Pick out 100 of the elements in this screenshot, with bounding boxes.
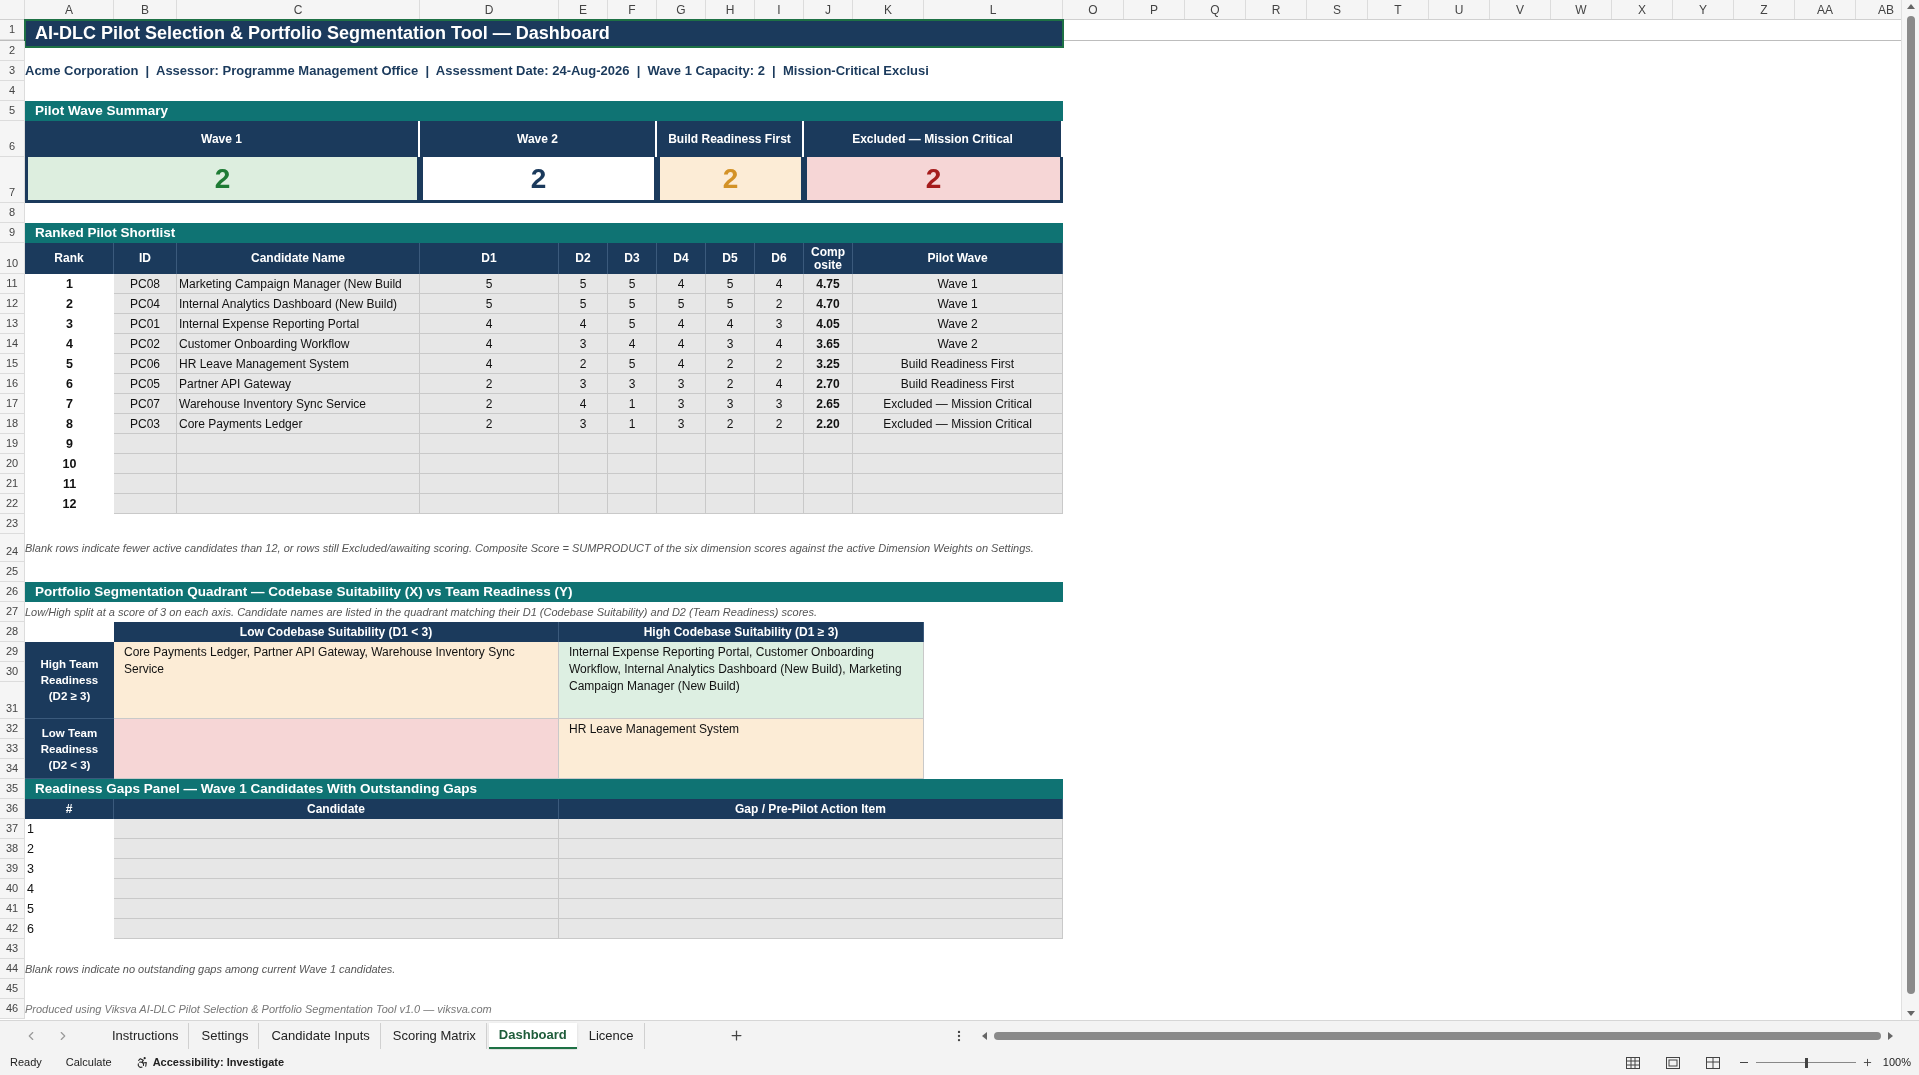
table-cell: 4 xyxy=(559,394,608,414)
column-header-letter[interactable]: U xyxy=(1429,0,1490,19)
row-header[interactable]: 20 xyxy=(0,454,25,474)
row-header[interactable]: 19 xyxy=(0,434,25,454)
note-text: Blank rows indicate no outstanding gaps among current Wave 1 candidates. xyxy=(25,961,397,977)
horizontal-scrollbar-thumb[interactable] xyxy=(993,1031,1881,1040)
row-header[interactable]: 30 xyxy=(0,662,25,682)
table-cell: 3 xyxy=(559,334,608,354)
column-header-letter[interactable]: P xyxy=(1124,0,1185,19)
column-header: High Codebase Suitability (D1 ≥ 3) xyxy=(559,622,924,642)
row-header[interactable]: 42 xyxy=(0,919,25,939)
row-header[interactable]: 26 xyxy=(0,582,25,602)
sheet-tab[interactable]: Scoring Matrix xyxy=(382,1022,487,1049)
row-header[interactable]: 5 xyxy=(0,101,25,121)
column-header-letter[interactable]: W xyxy=(1551,0,1612,19)
row-header[interactable]: 35 xyxy=(0,779,25,799)
sheet-title: AI-DLC Pilot Selection & Portfolio Segmentation Tool — Dashboard xyxy=(25,20,1063,47)
row-header[interactable]: 17 xyxy=(0,394,25,414)
row-header[interactable]: 28 xyxy=(0,622,25,642)
row-header[interactable]: 41 xyxy=(0,899,25,919)
row-header[interactable]: 43 xyxy=(0,939,25,959)
column-header-letter[interactable]: AA xyxy=(1795,0,1856,19)
row-header[interactable]: 2 xyxy=(0,41,25,61)
scroll-up-icon[interactable] xyxy=(1905,2,1916,12)
scrollbar-thumb[interactable] xyxy=(1906,16,1915,994)
accessibility-icon[interactable] xyxy=(135,1056,149,1069)
row-header[interactable]: 33 xyxy=(0,739,25,759)
vertical-scrollbar[interactable] xyxy=(1901,0,1919,1020)
column-header-letter[interactable]: S xyxy=(1307,0,1368,19)
row-header[interactable]: 38 xyxy=(0,839,25,859)
accessibility-button[interactable]: Accessibility: Investigate xyxy=(152,1054,285,1071)
sheet-tab[interactable]: Dashboard xyxy=(488,1022,577,1049)
column-header: Pilot Wave xyxy=(853,243,1063,274)
row-header[interactable]: 9 xyxy=(0,223,25,243)
normal-view-icon[interactable] xyxy=(1625,1056,1640,1069)
row-header[interactable]: 21 xyxy=(0,474,25,494)
row-header[interactable]: 12 xyxy=(0,294,25,314)
row-header[interactable]: 22 xyxy=(0,494,25,514)
add-sheet-icon[interactable] xyxy=(728,1028,744,1043)
row-header[interactable]: 24 xyxy=(0,534,25,562)
row-header[interactable]: 45 xyxy=(0,979,25,999)
column-header-letter[interactable]: Z xyxy=(1734,0,1795,19)
sheet-tab[interactable]: Licence xyxy=(578,1022,645,1049)
row-header[interactable]: 14 xyxy=(0,334,25,354)
zoom-slider[interactable] xyxy=(1755,1057,1856,1068)
row-header[interactable]: 4 xyxy=(0,81,25,101)
row-header[interactable]: 32 xyxy=(0,719,25,739)
row-header[interactable]: 25 xyxy=(0,562,25,582)
row-header[interactable]: 13 xyxy=(0,314,25,334)
scroll-right-icon[interactable] xyxy=(1885,1030,1895,1041)
zoom-in-icon[interactable] xyxy=(1861,1057,1873,1068)
table-cell: 3 xyxy=(608,374,657,394)
row-header[interactable]: 16 xyxy=(0,374,25,394)
column-header-letter[interactable]: V xyxy=(1490,0,1551,19)
column-header-letter[interactable]: R xyxy=(1246,0,1307,19)
table-cell: 4 xyxy=(559,314,608,334)
row-header[interactable]: 34 xyxy=(0,759,25,779)
table-cell: 2 xyxy=(755,294,804,314)
sheet-tab[interactable]: Instructions xyxy=(102,1022,190,1049)
row-header[interactable]: 23 xyxy=(0,514,25,534)
sheet-tab[interactable]: Settings xyxy=(191,1022,260,1049)
table-cell: 4 xyxy=(755,274,804,294)
table-cell: 4 xyxy=(657,314,706,334)
row-header[interactable]: 10 xyxy=(0,243,25,274)
page-break-icon[interactable] xyxy=(1705,1056,1720,1069)
column-header-letter[interactable]: Q xyxy=(1185,0,1246,19)
column-header-letter[interactable]: O xyxy=(1063,0,1124,19)
table-cell: Wave 2 xyxy=(853,314,1063,334)
table-cell: HR Leave Management System xyxy=(177,354,420,374)
sheet-tab[interactable]: Candidate Inputs xyxy=(261,1022,381,1049)
row-header[interactable]: 39 xyxy=(0,859,25,879)
column-header-letter[interactable]: T xyxy=(1368,0,1429,19)
row-header[interactable]: 29 xyxy=(0,642,25,662)
row-header[interactable]: 36 xyxy=(0,799,25,819)
calculate-button[interactable]: Calculate xyxy=(65,1054,112,1071)
column-header-letter[interactable]: Y xyxy=(1673,0,1734,19)
row-header[interactable]: 15 xyxy=(0,354,25,374)
row-header[interactable]: 44 xyxy=(0,959,25,979)
row-header[interactable]: 37 xyxy=(0,819,25,839)
row-header[interactable]: 7 xyxy=(0,157,25,203)
row-header[interactable]: 1 xyxy=(0,20,25,40)
table-cell: 3.65 xyxy=(804,334,853,354)
row-header[interactable]: 18 xyxy=(0,414,25,434)
row-header[interactable]: 6 xyxy=(0,121,25,157)
zoom-level[interactable]: 100% xyxy=(1882,1054,1911,1071)
table-cell: Excluded — Mission Critical xyxy=(853,414,1063,434)
column-header-letter[interactable]: X xyxy=(1612,0,1673,19)
row-header[interactable]: 11 xyxy=(0,274,25,294)
row-header[interactable]: 3 xyxy=(0,61,25,81)
row-header[interactable]: 40 xyxy=(0,879,25,899)
row-header[interactable]: 27 xyxy=(0,602,25,622)
table-cell: 4 xyxy=(420,314,559,334)
page-layout-icon[interactable] xyxy=(1665,1056,1680,1069)
table-cell: 2 xyxy=(559,354,608,374)
table-cell: 2 xyxy=(755,354,804,374)
scroll-down-icon[interactable] xyxy=(1905,1008,1916,1018)
note-text: Blank rows indicate fewer active candidates than 12, or rows still Excluded/awaiting scoring. Composite Score = SUMPRODUCT of the six dimension scores against the active Dimension Weights on Settings. xyxy=(25,541,1035,556)
row-header[interactable]: 46 xyxy=(0,999,25,1019)
row-header[interactable]: 8 xyxy=(0,203,25,223)
row-header[interactable]: 31 xyxy=(0,682,25,719)
